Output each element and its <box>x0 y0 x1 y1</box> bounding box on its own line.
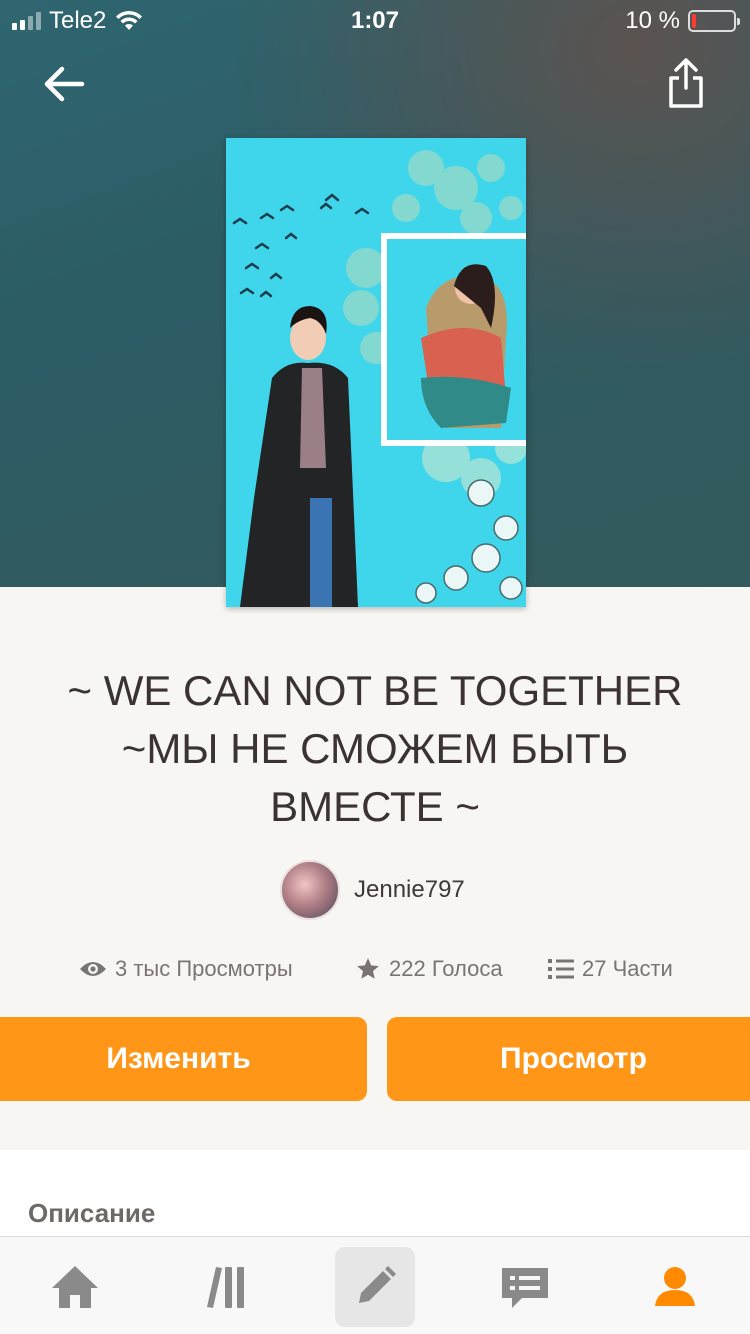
tab-write[interactable] <box>335 1247 415 1327</box>
votes-count: 222 Голоса <box>389 956 503 981</box>
eye-icon <box>80 962 106 976</box>
views-stat: 3 тыс Просмотры <box>79 956 293 982</box>
messages-icon <box>502 1268 548 1308</box>
votes-stat: 222 Голоса <box>355 956 503 982</box>
author-name[interactable]: Jennie797 <box>354 876 465 904</box>
status-bar: Tele2 1:07 10 % <box>0 0 750 42</box>
tab-profile[interactable] <box>635 1247 715 1327</box>
tab-messages[interactable] <box>485 1247 565 1327</box>
tab-home[interactable] <box>35 1247 115 1327</box>
library-icon <box>207 1267 244 1308</box>
tab-bar <box>0 1236 750 1334</box>
profile-icon <box>655 1267 695 1306</box>
views-count: 3 тыс Просмотры <box>115 956 293 981</box>
back-button[interactable] <box>40 60 88 108</box>
edit-button[interactable]: Изменить <box>0 1017 367 1101</box>
cover-artwork <box>226 138 526 607</box>
star-icon <box>357 958 379 979</box>
author-avatar[interactable] <box>280 860 340 920</box>
author-row[interactable]: Jennie797 <box>280 860 465 920</box>
list-icon <box>548 959 574 979</box>
arrow-left-icon <box>44 66 85 102</box>
battery-fill <box>692 14 696 28</box>
story-title: ~ WE CAN NOT BE TOGETHER ~МЫ НЕ СМОЖЕМ Б… <box>67 667 683 830</box>
parts-count: 27 Части <box>582 956 673 981</box>
write-icon <box>359 1266 396 1303</box>
battery-icon <box>688 10 740 32</box>
share-button[interactable] <box>664 56 708 110</box>
tab-library[interactable] <box>186 1247 266 1327</box>
home-icon <box>52 1266 98 1308</box>
story-cover <box>226 138 526 607</box>
battery-percent: 10 % <box>625 7 680 34</box>
story-stats: 3 тыс Просмотры 222 Голоса 27 Части <box>0 952 750 988</box>
description-label: Описание <box>28 1198 156 1228</box>
parts-stat: 27 Части <box>548 956 673 982</box>
share-icon <box>669 58 703 108</box>
view-button[interactable]: Просмотр <box>387 1017 750 1101</box>
